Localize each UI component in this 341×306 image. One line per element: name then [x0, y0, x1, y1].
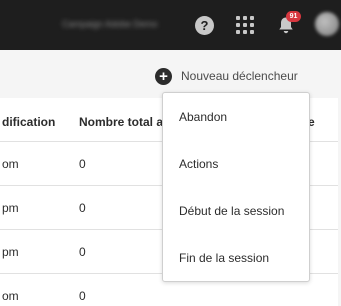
menu-item-session-start[interactable]: Début de la session: [163, 193, 309, 229]
column-header-total[interactable]: Nombre total a: [79, 114, 163, 130]
top-bar: Campaign Adobe Demo ? 91: [0, 0, 341, 50]
notification-count-badge: 91: [286, 11, 301, 22]
help-icon[interactable]: ?: [195, 16, 214, 35]
new-trigger-button[interactable]: + Nouveau déclencheur: [155, 67, 298, 85]
apps-grid-icon[interactable]: [236, 16, 254, 34]
row-time: pm: [2, 245, 19, 259]
row-total: 0: [79, 201, 86, 215]
new-trigger-menu: Abandon Actions Début de la session Fin …: [162, 92, 310, 282]
row-total: 0: [79, 289, 86, 303]
menu-item-actions[interactable]: Actions: [163, 146, 309, 182]
row-total: 0: [79, 157, 86, 171]
new-trigger-label: Nouveau déclencheur: [181, 69, 298, 83]
add-circle-icon: +: [155, 67, 172, 85]
row-time: om: [2, 157, 19, 171]
row-total: 0: [79, 245, 86, 259]
row-time: om: [2, 289, 19, 303]
row-time: pm: [2, 201, 19, 215]
column-header-modification[interactable]: dification: [2, 114, 55, 130]
organization-name[interactable]: Campaign Adobe Demo: [62, 17, 176, 31]
menu-item-abandon[interactable]: Abandon: [163, 99, 309, 135]
avatar[interactable]: [315, 12, 339, 36]
menu-item-session-end[interactable]: Fin de la session: [163, 240, 309, 276]
